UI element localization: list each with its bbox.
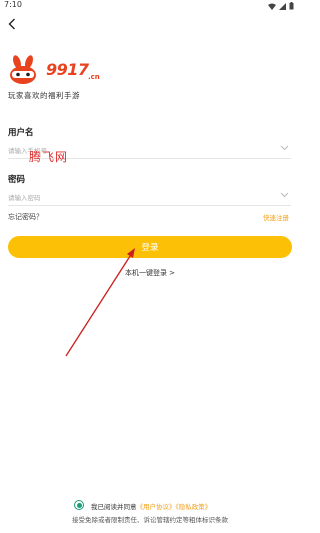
quick-register-link[interactable]: 快速注册 bbox=[263, 212, 289, 222]
password-placeholder: 请输入密码 bbox=[8, 194, 41, 202]
one-click-login-link[interactable]: 本机一键登录 > bbox=[0, 268, 300, 278]
watermark: 腾飞网 bbox=[29, 150, 69, 164]
logo-suffix: .cn bbox=[88, 73, 100, 81]
tagline: 玩家喜欢的福利手游 bbox=[8, 91, 80, 100]
password-field[interactable]: 请输入密码 bbox=[8, 188, 291, 206]
user-agreement-link[interactable]: 《用户协议》 bbox=[137, 503, 176, 511]
wifi-icon bbox=[268, 3, 276, 10]
bunny-mascot-icon bbox=[10, 55, 36, 84]
logo-brand: 9917 bbox=[46, 60, 89, 79]
status-time: 7:10 bbox=[4, 0, 22, 9]
login-button-label: 登录 bbox=[141, 243, 159, 253]
agreement-terms-note: 接受免除或者限制责任、诉讼管辖约定等粗体标识条款 bbox=[72, 516, 228, 524]
status-bar: 7:10 bbox=[0, 0, 300, 13]
app-logo: 9917 .cn bbox=[6, 55, 106, 87]
agreement-text: 我已阅读并同意《用户协议》《隐私政策》 bbox=[91, 501, 211, 511]
chevron-left-icon bbox=[8, 18, 15, 30]
privacy-policy-link[interactable]: 《隐私政策》 bbox=[176, 503, 212, 511]
battery-icon bbox=[289, 2, 294, 10]
back-button[interactable] bbox=[5, 16, 19, 32]
forgot-password-link[interactable]: 忘记密码？ bbox=[8, 212, 43, 222]
password-label: 密码 bbox=[8, 175, 26, 185]
chevron-down-icon[interactable] bbox=[280, 145, 289, 151]
signal-icon bbox=[279, 2, 286, 10]
username-label: 用户名 bbox=[8, 128, 34, 138]
login-button[interactable]: 登录 bbox=[8, 236, 292, 258]
agreement-checkbox[interactable] bbox=[74, 500, 84, 510]
agreement-checkbox-dot bbox=[76, 502, 82, 508]
agreement-prefix: 我已阅读并同意 bbox=[91, 503, 137, 511]
agreement-section: 我已阅读并同意《用户协议》《隐私政策》 接受免除或者限制责任、诉讼管辖约定等粗体… bbox=[0, 500, 300, 530]
chevron-down-icon[interactable] bbox=[280, 192, 289, 198]
status-icons bbox=[268, 2, 294, 10]
